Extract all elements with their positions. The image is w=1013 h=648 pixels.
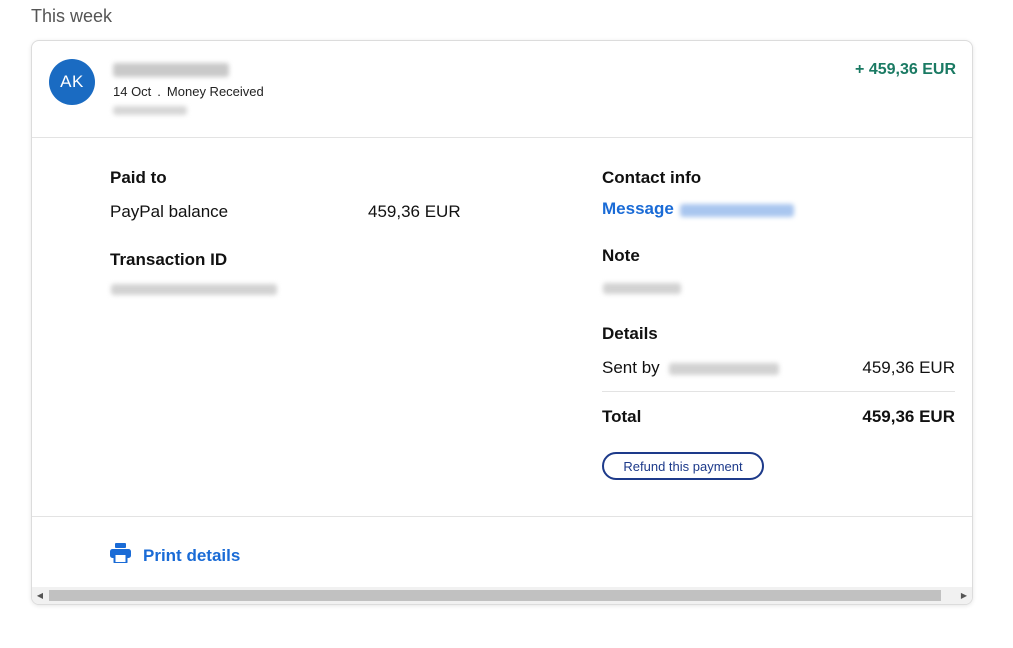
print-details-label: Print details xyxy=(143,545,241,565)
details-heading: Details xyxy=(602,324,658,343)
transaction-type: Money Received xyxy=(166,84,264,99)
details-divider xyxy=(602,391,955,392)
refund-button[interactable]: Refund this payment xyxy=(602,452,764,480)
horizontal-scrollbar[interactable]: ◀ ▶ xyxy=(32,587,972,604)
note-heading: Note xyxy=(602,246,640,265)
redacted-contact-name[interactable] xyxy=(680,204,794,217)
redacted-transaction-subtext xyxy=(113,106,187,115)
section-label: This week xyxy=(31,6,113,26)
meta-separator: . xyxy=(157,84,161,99)
redacted-note xyxy=(603,283,681,294)
transaction-meta: 14 Oct. Money Received xyxy=(113,84,264,99)
print-details-link[interactable]: Print details xyxy=(110,543,240,568)
printer-icon xyxy=(110,543,143,568)
scroll-thumb[interactable] xyxy=(49,590,941,601)
total-amount: 459,36 EUR xyxy=(862,407,955,426)
sent-by-label: Sent by xyxy=(602,358,660,377)
total-label: Total xyxy=(602,407,642,426)
redacted-sender-name xyxy=(113,63,229,77)
transaction-card: AK 14 Oct. Money Received + 459,36 EUR Pa… xyxy=(31,40,973,605)
scroll-left-icon[interactable]: ◀ xyxy=(32,587,48,604)
paid-to-amount: 459,36 EUR xyxy=(368,202,461,221)
redacted-sender xyxy=(669,363,779,375)
contact-info-heading: Contact info xyxy=(602,168,702,187)
message-link[interactable]: Message xyxy=(602,199,674,219)
paid-to-heading: Paid to xyxy=(110,168,167,187)
card-footer: Print details xyxy=(32,517,972,587)
transaction-details: Paid to PayPal balance 459,36 EUR Transa… xyxy=(32,138,972,517)
redacted-transaction-id xyxy=(111,284,277,295)
sent-by-amount: 459,36 EUR xyxy=(862,358,955,377)
transaction-amount: + 459,36 EUR xyxy=(855,61,956,78)
paid-to-source: PayPal balance xyxy=(110,202,229,221)
transaction-date: 14 Oct xyxy=(113,84,152,99)
avatar: AK xyxy=(49,59,95,105)
transaction-header[interactable]: AK 14 Oct. Money Received + 459,36 EUR xyxy=(32,41,972,138)
transaction-id-heading: Transaction ID xyxy=(110,250,228,269)
scroll-right-icon[interactable]: ▶ xyxy=(956,587,972,604)
